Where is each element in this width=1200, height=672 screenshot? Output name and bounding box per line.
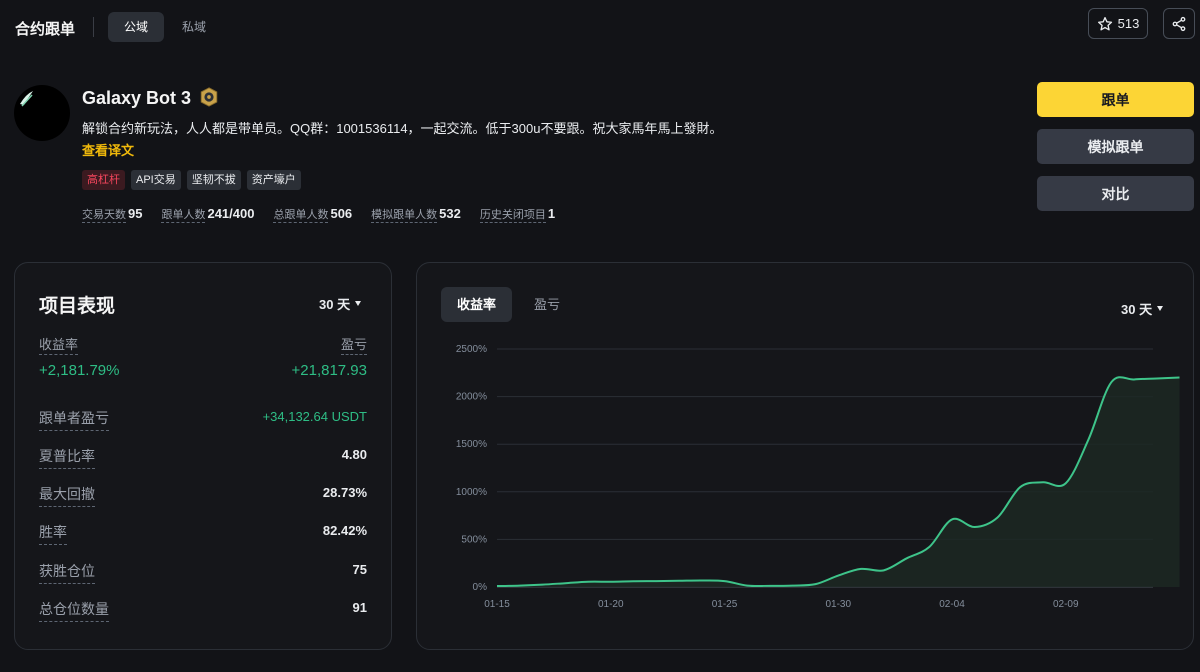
stat-total-copiers: 总跟单人数 506 (273, 206, 353, 223)
tab-public-domain[interactable]: 公域 (108, 12, 165, 42)
stat-copiers: 跟单人数 241/400 (161, 206, 255, 223)
tag-high-leverage: 高杠杆 (82, 170, 125, 190)
mock-copy-button[interactable]: 模拟跟单 (1037, 129, 1194, 164)
metric-value-sharpe: 4.80 (341, 447, 367, 462)
performance-period-select[interactable]: 30 天 (319, 294, 362, 313)
x-tick-label: 02-04 (939, 599, 965, 610)
metric-label-sharpe: 夏普比率 (39, 446, 95, 469)
share-icon (1172, 16, 1186, 31)
metric-value-total-positions: 91 (352, 600, 367, 615)
y-tick-label: 2500% (456, 344, 487, 355)
copy-trade-button[interactable]: 跟单 (1037, 82, 1194, 117)
roi-value: +2,181.79% (39, 362, 120, 379)
metric-value-max-drawdown: 28.73% (322, 485, 367, 500)
metric-label-copier-pnl: 跟单者盈亏 (39, 408, 109, 431)
profile-stats: 交易天数 95 跟单人数 241/400 总跟单人数 506 模拟跟单人数 532 历史… (82, 206, 556, 223)
bot-description: 解锁合约新玩法，人人都是带单员。QQ群：1001536114，一起交流。低于30… (82, 121, 723, 136)
view-translation-link[interactable]: 查看译文 (82, 140, 134, 159)
y-tick-label: 0% (473, 582, 488, 593)
stat-closed-projects: 历史关闭项目 1 (479, 206, 556, 223)
y-tick-label: 500% (461, 534, 487, 545)
metric-label-win-rate: 胜率 (39, 522, 67, 545)
metric-label-total-positions: 总仓位数量 (39, 599, 109, 622)
metric-value-copier-pnl: +34,132.64 USDT (262, 409, 367, 424)
caret-down-icon (355, 301, 362, 306)
favorite-button[interactable]: 513 (1088, 8, 1148, 39)
x-tick-label: 02-09 (1053, 599, 1079, 610)
stat-trading-days: 交易天数 95 (82, 206, 143, 223)
pnl-value: +21,817.93 (291, 362, 368, 379)
x-tick-label: 01-15 (484, 599, 510, 610)
tab-private-domain[interactable]: 私域 (166, 12, 222, 42)
tag-list: 高杠杆 API交易 坚韧不拔 资产壕户 (82, 170, 301, 190)
x-tick-label: 01-30 (825, 599, 851, 610)
y-tick-label: 1000% (456, 487, 487, 498)
metric-label-winning-positions: 获胜仓位 (39, 561, 95, 584)
bot-name: Galaxy Bot 3 (82, 88, 192, 108)
star-count: 513 (1117, 16, 1140, 31)
metric-label-max-drawdown: 最大回撤 (39, 484, 95, 507)
series-area (497, 377, 1180, 587)
header-divider (93, 17, 94, 37)
compare-button[interactable]: 对比 (1037, 176, 1194, 211)
performance-title: 项目表现 (39, 296, 116, 317)
rank-badge-icon (200, 87, 218, 107)
performance-panel: 项目表现 30 天 收益率 盈亏 +2,181.79% +21,817.93 跟… (14, 262, 392, 650)
star-icon (1097, 16, 1112, 30)
pnl-label: 盈亏 (340, 334, 367, 355)
bot-logo-icon (20, 91, 33, 107)
metric-value-win-rate: 82.42% (322, 523, 367, 538)
roi-chart: 0% 500% 1000% 1500% 2000% 2500% 01-15 01-20 01-2… (456, 344, 1180, 610)
app-title: 合约跟单 (15, 21, 76, 38)
y-tick-label: 2000% (456, 392, 487, 403)
tag-persistent: 坚韧不拔 (186, 170, 241, 190)
avatar (14, 85, 70, 141)
x-tick-label: 01-20 (598, 599, 624, 610)
x-tick-label: 01-25 (712, 599, 738, 610)
roi-label: 收益率 (39, 334, 79, 355)
tag-api-trading: API交易 (131, 170, 181, 190)
stat-mock-copiers: 模拟跟单人数 532 (371, 206, 461, 223)
tag-wealthy: 资产壕户 (246, 170, 301, 190)
y-tick-label: 1500% (456, 439, 487, 450)
share-button[interactable] (1163, 8, 1195, 39)
top-header: 合约跟单 公域 私域 513 (0, 0, 1200, 54)
metric-value-winning-positions: 75 (352, 562, 367, 577)
chart-panel: 收益率 盈亏 30 天 0% 500% 1000% 1500% 2000% 2500% 01… (416, 262, 1194, 650)
